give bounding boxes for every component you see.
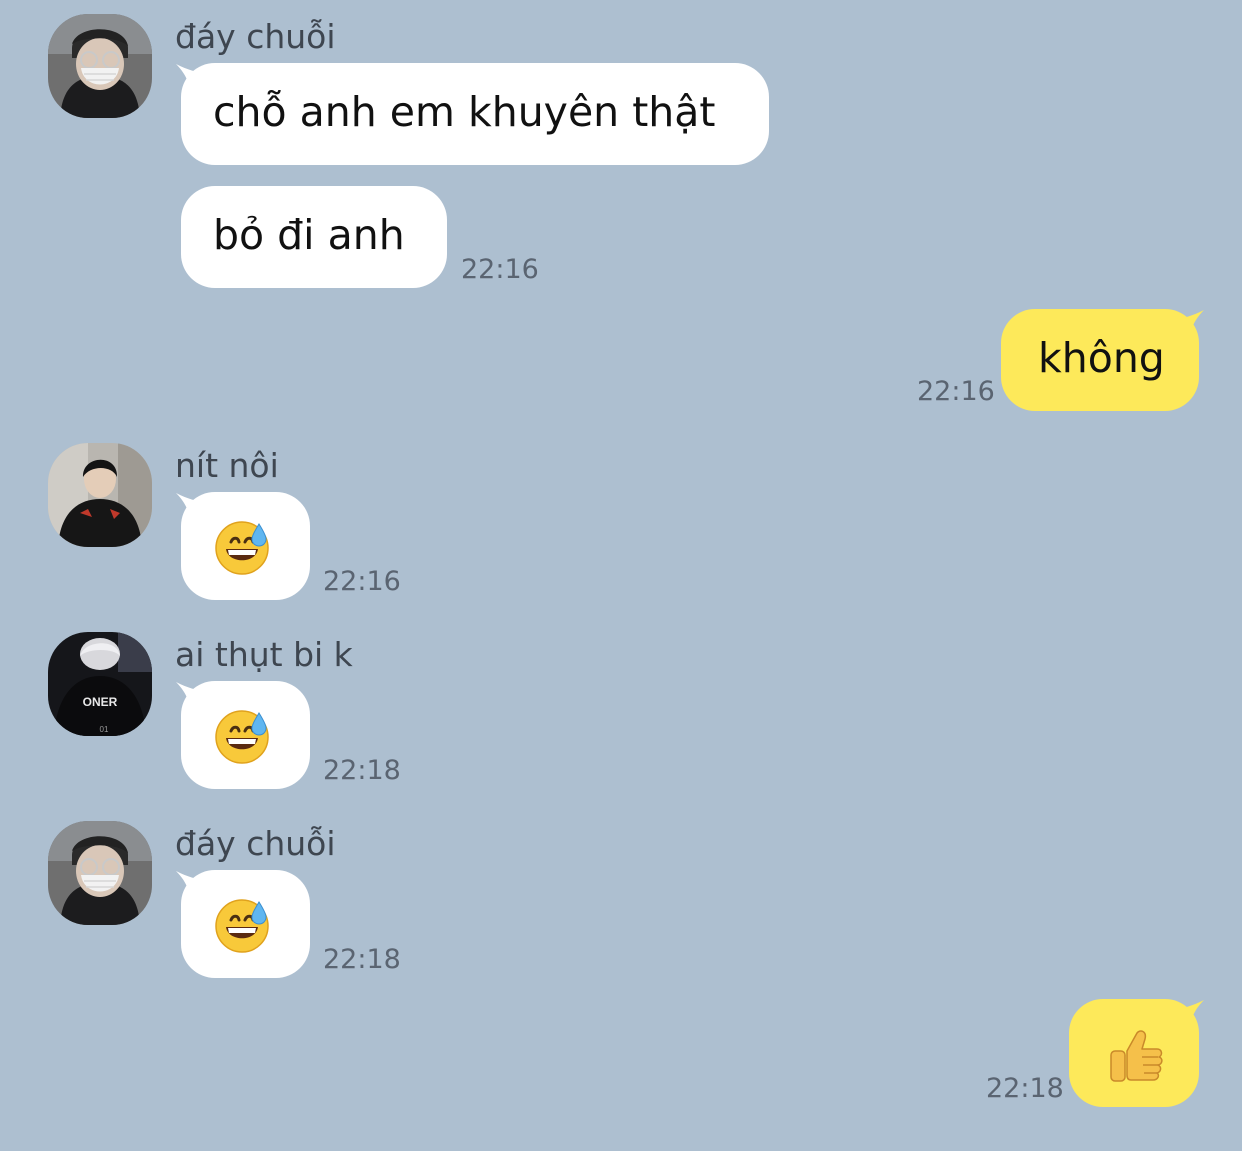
sender-name: đáy chuỗi xyxy=(175,824,336,863)
message-text: bỏ đi anh xyxy=(213,211,405,259)
sender-name: ai thụt bi k xyxy=(175,635,353,674)
message-text: không xyxy=(1038,334,1165,382)
avatar-oner-jacket-image: ONER 01 xyxy=(48,632,152,736)
message-text: chỗ anh em khuyên thật xyxy=(213,88,716,136)
message-bubble[interactable]: chỗ anh em khuyên thật xyxy=(181,63,769,165)
avatar-day-chuoi[interactable] xyxy=(48,14,152,118)
avatar-ai-thut-bi-k[interactable]: ONER 01 xyxy=(48,632,152,736)
message-bubble[interactable] xyxy=(181,492,310,600)
avatar-day-chuoi[interactable] xyxy=(48,821,152,925)
avatar-person-dark-jacket-image xyxy=(48,443,152,547)
message-timestamp: 22:16 xyxy=(461,254,539,285)
message-bubble[interactable] xyxy=(181,681,310,789)
avatar-masked-person-image xyxy=(48,14,152,118)
svg-text:01: 01 xyxy=(100,725,109,734)
avatar-jacket-text: ONER xyxy=(83,695,118,709)
avatar-masked-person-image xyxy=(48,821,152,925)
grinning-face-with-sweat-icon xyxy=(214,898,270,954)
message-timestamp: 22:16 xyxy=(917,376,995,407)
avatar-nit-noi[interactable] xyxy=(48,443,152,547)
message-bubble[interactable]: bỏ đi anh xyxy=(181,186,447,288)
sender-name: đáy chuỗi xyxy=(175,17,336,56)
my-message-bubble[interactable]: không xyxy=(1001,309,1199,411)
message-bubble[interactable] xyxy=(181,870,310,978)
message-timestamp: 22:18 xyxy=(986,1073,1064,1104)
grinning-face-with-sweat-icon xyxy=(214,520,270,576)
message-timestamp: 22:18 xyxy=(323,755,401,786)
grinning-face-with-sweat-icon xyxy=(214,709,270,765)
bubble-tail xyxy=(1174,310,1204,340)
thumbs-up-icon xyxy=(1107,1027,1165,1085)
message-timestamp: 22:18 xyxy=(323,944,401,975)
bubble-tail xyxy=(1174,1000,1204,1030)
sender-name: nít nôi xyxy=(175,446,279,485)
message-timestamp: 22:16 xyxy=(323,566,401,597)
